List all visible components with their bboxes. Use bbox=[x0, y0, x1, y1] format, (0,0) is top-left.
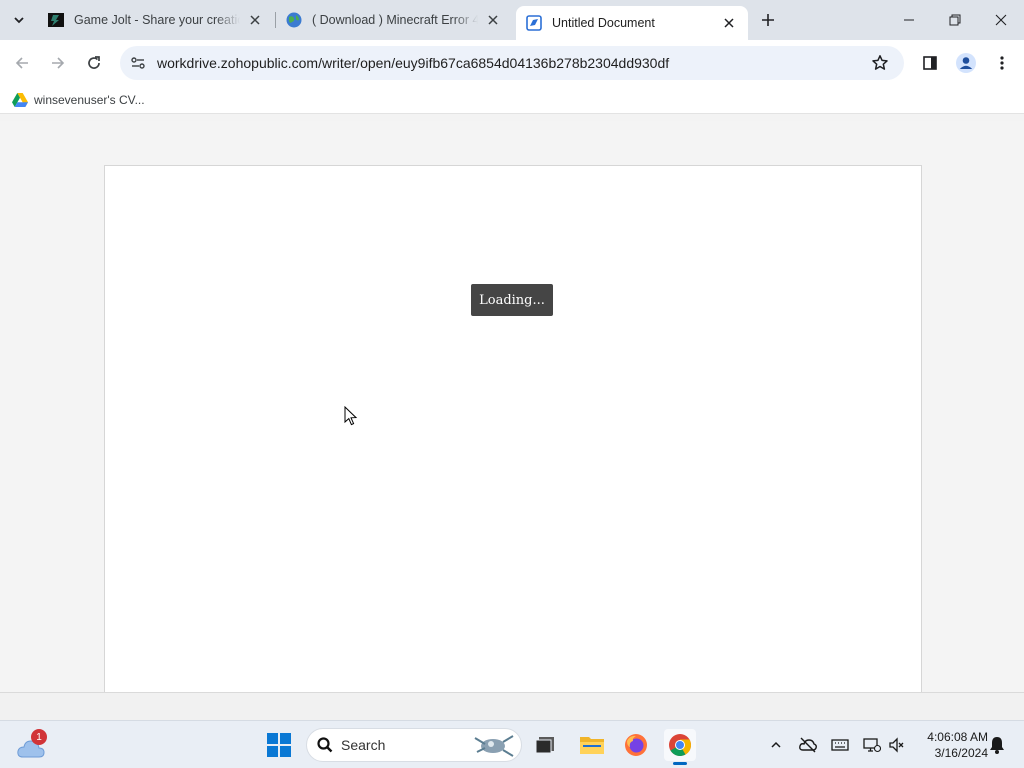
minimize-button[interactable] bbox=[886, 0, 932, 40]
firefox-icon bbox=[625, 734, 647, 756]
close-icon[interactable] bbox=[720, 14, 738, 32]
site-settings-icon[interactable] bbox=[128, 53, 148, 73]
bookmarks-bar: winsevenuser's CV... bbox=[0, 86, 1024, 114]
close-icon bbox=[995, 14, 1007, 26]
restore-icon bbox=[949, 14, 961, 26]
windows-logo-icon bbox=[267, 733, 291, 757]
url-text[interactable]: workdrive.zohopublic.com/writer/open/euy… bbox=[157, 55, 868, 71]
chrome-icon bbox=[669, 734, 691, 756]
notifications-bell-icon[interactable] bbox=[986, 734, 1008, 756]
search-highlight-illustration bbox=[474, 735, 514, 757]
globe-icon bbox=[286, 12, 302, 28]
minimize-icon bbox=[904, 19, 914, 21]
network-icon[interactable] bbox=[861, 734, 883, 756]
document-page[interactable] bbox=[104, 165, 922, 705]
system-clock[interactable]: 4:06:08 AM 3/16/2024 bbox=[912, 729, 988, 761]
taskbar: 1 Search 4:06:08 AM 3/16/2024 bbox=[0, 720, 1024, 768]
game-jolt-icon bbox=[48, 12, 64, 28]
folder-icon bbox=[580, 737, 604, 754]
google-drive-icon bbox=[12, 93, 28, 107]
task-view-icon bbox=[535, 737, 554, 754]
bookmark-star-icon[interactable] bbox=[868, 51, 892, 75]
loading-indicator: Loading... bbox=[471, 284, 553, 316]
close-window-button[interactable] bbox=[978, 0, 1024, 40]
tab-game-jolt[interactable]: Game Jolt - Share your creations bbox=[38, 0, 274, 40]
chevron-down-icon bbox=[14, 17, 24, 24]
bookmark-item[interactable]: winsevenuser's CV... bbox=[8, 90, 149, 110]
side-panel-icon bbox=[923, 56, 937, 70]
arrow-right-icon bbox=[52, 57, 65, 69]
browser-toolbar: workdrive.zohopublic.com/writer/open/euy… bbox=[0, 40, 1024, 86]
address-bar[interactable]: workdrive.zohopublic.com/writer/open/euy… bbox=[120, 46, 904, 80]
start-button[interactable] bbox=[263, 729, 295, 761]
side-panel-button[interactable] bbox=[916, 49, 944, 77]
keyboard-icon[interactable] bbox=[829, 734, 851, 756]
tab-title: Untitled Document bbox=[552, 16, 655, 30]
search-icon bbox=[317, 737, 333, 753]
page-viewport bbox=[0, 121, 1024, 705]
page-bottom-strip bbox=[0, 692, 1024, 720]
reload-button[interactable] bbox=[80, 49, 108, 77]
profile-avatar-icon bbox=[956, 53, 976, 73]
new-tab-button[interactable] bbox=[756, 8, 780, 32]
zoho-writer-icon bbox=[526, 15, 542, 31]
forward-button[interactable] bbox=[44, 49, 72, 77]
tab-untitled-document[interactable]: Untitled Document bbox=[516, 6, 748, 40]
onedrive-offline-icon[interactable] bbox=[797, 734, 819, 756]
search-label: Search bbox=[341, 737, 386, 753]
volume-muted-icon[interactable] bbox=[886, 734, 908, 756]
profile-button[interactable] bbox=[952, 49, 980, 77]
chevron-up-icon bbox=[771, 741, 781, 748]
bookmark-label: winsevenuser's CV... bbox=[34, 93, 145, 107]
weather-widget[interactable]: 1 bbox=[16, 729, 50, 761]
plus-icon bbox=[762, 14, 774, 26]
arrow-left-icon bbox=[15, 57, 28, 69]
back-button[interactable] bbox=[8, 49, 36, 77]
menu-button[interactable] bbox=[988, 49, 1016, 77]
restore-button[interactable] bbox=[932, 0, 978, 40]
tab-title: ( Download ) Minecraft Error 42 bbox=[312, 13, 478, 27]
firefox-button[interactable] bbox=[620, 729, 652, 761]
file-explorer-button[interactable] bbox=[576, 729, 608, 761]
taskbar-search[interactable]: Search bbox=[306, 728, 522, 762]
tab-strip: Game Jolt - Share your creations ( Downl… bbox=[0, 0, 1024, 40]
tab-minecraft-error[interactable]: ( Download ) Minecraft Error 42 bbox=[276, 0, 512, 40]
more-vertical-icon bbox=[1000, 56, 1004, 70]
mouse-cursor-icon bbox=[344, 406, 358, 426]
close-icon[interactable] bbox=[484, 11, 502, 29]
chrome-button[interactable] bbox=[664, 729, 696, 765]
clock-time: 4:06:08 AM bbox=[927, 730, 988, 744]
task-view-button[interactable] bbox=[529, 729, 561, 761]
tab-search-button[interactable] bbox=[6, 7, 32, 33]
reload-icon bbox=[88, 56, 100, 69]
tab-title: Game Jolt - Share your creations bbox=[74, 13, 240, 27]
show-hidden-icons-button[interactable] bbox=[765, 734, 787, 756]
notification-badge: 1 bbox=[31, 729, 47, 745]
close-icon[interactable] bbox=[246, 11, 264, 29]
clock-date: 3/16/2024 bbox=[934, 746, 988, 760]
